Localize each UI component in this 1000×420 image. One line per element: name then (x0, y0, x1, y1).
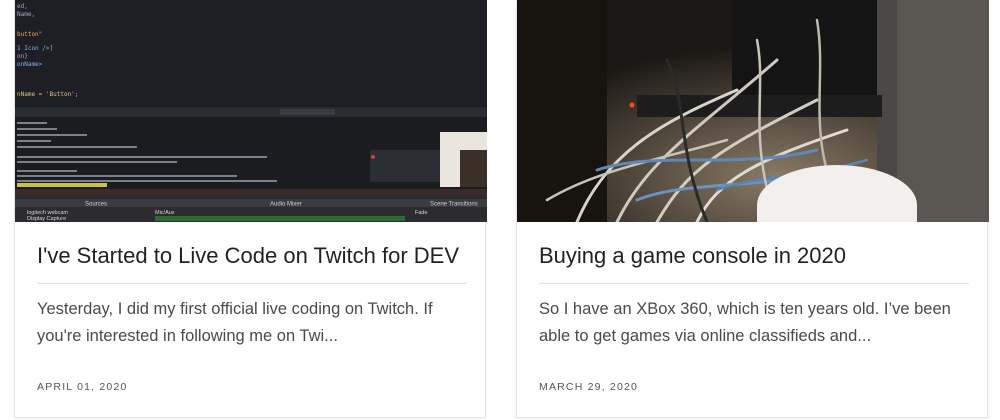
transition-item: Fade (415, 210, 428, 216)
source-item: Display Capture (27, 216, 66, 222)
divider (37, 283, 467, 284)
post-excerpt: So I have an XBox 360, which is ten year… (539, 300, 951, 345)
divider (539, 283, 969, 284)
code-line: on} (17, 53, 28, 60)
cables-photo-image (517, 0, 989, 222)
scene-transitions-label: Scene Transitions (430, 202, 478, 208)
code-line: 1 Icon />] (17, 45, 53, 52)
obs-screenshot-image: ed, Name, button" 1 Icon />] on} onName>… (15, 0, 487, 222)
post-thumbnail[interactable]: ed, Name, button" 1 Icon />] on} onName>… (15, 0, 487, 222)
post-date: APRIL 01, 2020 (37, 381, 128, 393)
code-line: Name, (17, 11, 35, 18)
code-line: ed, (17, 3, 28, 10)
code-line: onName> (17, 61, 43, 68)
audio-mixer-label: Audio Mixer (270, 202, 302, 208)
post-date: MARCH 29, 2020 (539, 381, 639, 393)
code-line: button" (17, 31, 42, 38)
sources-panel-label: Sources (85, 202, 107, 208)
post-thumbnail[interactable] (517, 0, 989, 222)
post-title[interactable]: I've Started to Live Code on Twitch for … (37, 241, 467, 271)
post-card[interactable]: Buying a game console in 2020 So I have … (516, 0, 989, 418)
post-card[interactable]: ed, Name, button" 1 Icon />] on} onName>… (14, 0, 487, 418)
post-title[interactable]: Buying a game console in 2020 (539, 241, 969, 271)
post-excerpt: Yesterday, I did my first official live … (37, 300, 433, 345)
code-line: nName = 'Button'; (17, 91, 78, 98)
mixer-channel: Mic/Aux (155, 210, 175, 216)
